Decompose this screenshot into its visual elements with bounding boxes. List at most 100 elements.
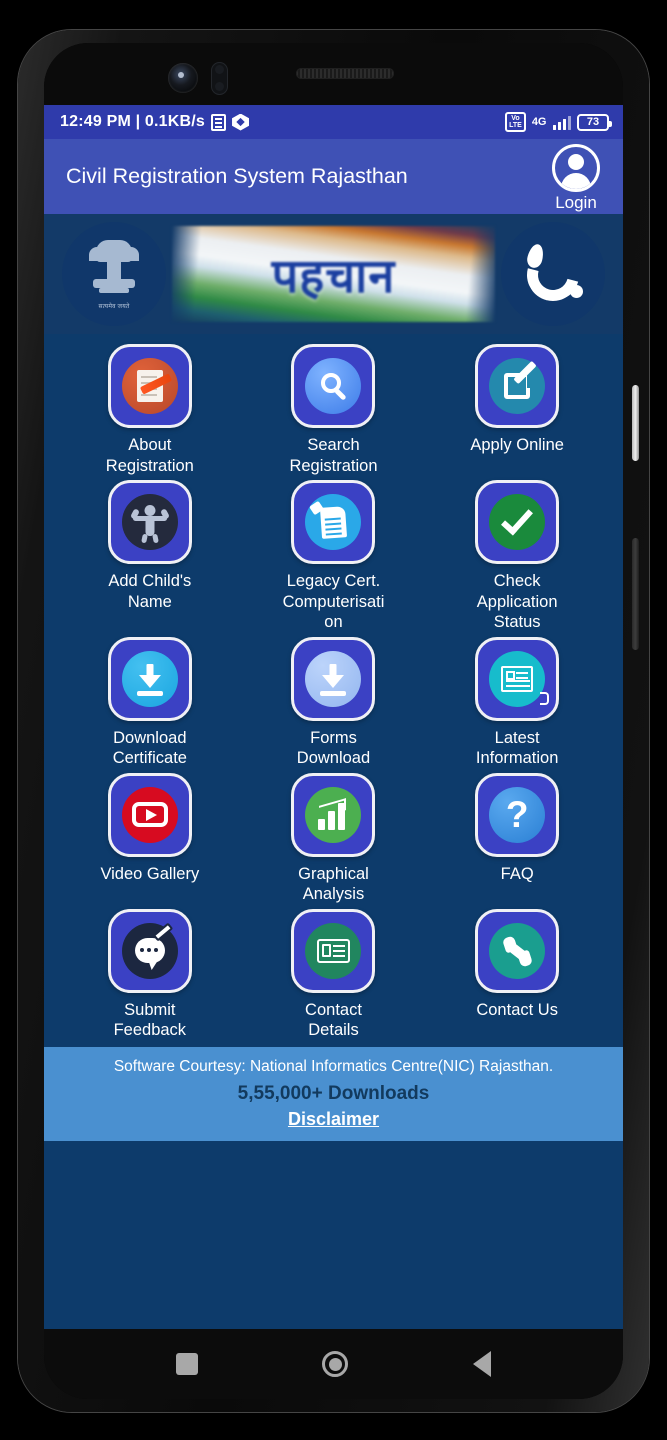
menu-item-contact-details[interactable]: Contact Details (242, 908, 426, 1041)
emblem-motto: सत्यमेव जयते (98, 304, 130, 310)
top-bezel (44, 43, 623, 105)
pehchan-flag-banner: पहचान (172, 226, 495, 322)
app-screen: 12:49 PM | 0.1KB/s Vo LTE 4G 73 Civil Re… (44, 105, 623, 1329)
pehchan-label: पहचान (271, 249, 396, 304)
phone-frame: 12:49 PM | 0.1KB/s Vo LTE 4G 73 Civil Re… (18, 30, 649, 1412)
menu-item-label: Apply Online (470, 436, 564, 454)
footer: Software Courtesy: National Informatics … (44, 1046, 623, 1141)
menu-item-apply-online[interactable]: Apply Online (425, 344, 609, 476)
recents-icon[interactable] (176, 1353, 199, 1375)
avatar-icon (552, 144, 600, 192)
status-bar-right: Vo LTE 4G 73 (505, 112, 612, 132)
page-title: Civil Registration System Rajasthan (66, 164, 408, 188)
menu-item-label: Contact Details (305, 1000, 362, 1040)
ashoka-pillar-art (87, 238, 141, 300)
menu-item-label: Contact Us (476, 1000, 558, 1019)
newspaper-icon (489, 650, 550, 707)
menu-item-label: Legacy Cert. Computerisation (282, 572, 385, 631)
menu-item-check-application-status[interactable]: Check Application Status (425, 480, 609, 633)
earpiece-speaker (296, 68, 394, 79)
menu-item-submit-feedback[interactable]: Submit Feedback (58, 908, 242, 1041)
certificate-icon (305, 494, 362, 550)
android-navigation-bar (44, 1329, 623, 1399)
download-icon (121, 650, 178, 707)
menu-item-legacy-cert-computerisation[interactable]: Legacy Cert. Computerisation (242, 480, 426, 633)
status-bar: 12:49 PM | 0.1KB/s Vo LTE 4G 73 (44, 105, 623, 139)
question-mark-icon: ? (489, 786, 546, 843)
menu-item-add-childs-name[interactable]: Add Child's Name (58, 480, 242, 633)
menu-item-latest-information[interactable]: Latest Information (425, 636, 609, 769)
menu-item-label: Download Certificate (112, 728, 187, 768)
magnifier-icon (305, 358, 362, 414)
id-card-icon (305, 922, 362, 979)
sync-icon (232, 113, 250, 131)
menu-item-forms-download[interactable]: Forms Download (242, 636, 426, 769)
menu-item-label: Latest Information (475, 728, 559, 768)
tile-box (291, 908, 376, 993)
tile-box (475, 908, 560, 993)
menu-item-search-registration[interactable]: Search Registration (242, 344, 426, 476)
app-bar: Civil Registration System Rajasthan Logi… (44, 139, 623, 214)
login-label: Login (555, 193, 597, 212)
proximity-sensor-icon (211, 62, 228, 95)
menu-item-label: FAQ (500, 864, 534, 883)
child-icon (121, 494, 178, 550)
tile-box: ? (475, 772, 560, 857)
volume-button[interactable] (632, 538, 639, 650)
national-emblem-icon: सत्यमेव जयते (62, 222, 166, 326)
footer-downloads: 5,55,000+ Downloads (237, 1082, 430, 1104)
front-camera-icon (168, 63, 198, 93)
home-icon[interactable] (322, 1351, 349, 1377)
tile-box (107, 908, 192, 993)
tile-box (107, 772, 192, 857)
network-type-label: 4G (531, 115, 547, 128)
swirl-logo-icon (501, 222, 605, 326)
menu-item-download-certificate[interactable]: Download Certificate (58, 636, 242, 769)
disclaimer-link[interactable]: Disclaimer (54, 1109, 613, 1130)
menu-item-label: About Registration (105, 436, 194, 475)
tile-box (107, 344, 192, 428)
menu-item-label: Submit Feedback (113, 1000, 187, 1040)
login-button[interactable]: Login (539, 144, 613, 213)
battery-level: 73 (586, 116, 600, 128)
document-pen-icon (121, 358, 178, 414)
status-bar-left: 12:49 PM | 0.1KB/s (60, 113, 250, 131)
menu-item-label: Video Gallery (100, 864, 200, 883)
menu-item-label: Graphical Analysis (298, 864, 369, 904)
menu-item-graphical-analysis[interactable]: Graphical Analysis (242, 772, 426, 905)
menu-item-label: Check Application Status (476, 572, 558, 631)
edit-square-icon (489, 358, 546, 414)
bar-chart-icon (305, 786, 362, 843)
menu-item-about-registration[interactable]: About Registration (58, 344, 242, 476)
menu-item-label: Add Child's Name (108, 572, 192, 611)
network-indicator: 4G (531, 115, 547, 128)
tile-box (107, 480, 192, 564)
menu-item-faq[interactable]: ? FAQ (425, 772, 609, 905)
volte-icon: Vo LTE (505, 112, 526, 132)
tile-box (291, 636, 376, 721)
menu-grid: About Registration Search Registration A… (44, 334, 623, 1047)
menu-item-label: Search Registration (289, 436, 378, 475)
volte-bottom: LTE (509, 122, 522, 129)
checkmark-icon (489, 494, 546, 550)
status-time-speed: 12:49 PM | 0.1KB/s (60, 113, 206, 130)
phone-icon (489, 922, 546, 979)
footer-courtesy: Software Courtesy: National Informatics … (113, 1057, 554, 1075)
document-icon (211, 113, 227, 131)
battery-icon: 73 (577, 113, 612, 131)
youtube-play-icon (121, 786, 178, 843)
menu-item-contact-us[interactable]: Contact Us (425, 908, 609, 1041)
tile-box (291, 480, 376, 564)
tile-box (107, 636, 192, 721)
menu-item-video-gallery[interactable]: Video Gallery (58, 772, 242, 905)
menu-item-label: Forms Download (296, 728, 371, 768)
tile-box (475, 344, 560, 428)
tile-box (475, 636, 560, 721)
signal-bars-icon (552, 114, 571, 130)
volte-top: Vo (511, 115, 520, 122)
tile-box (475, 480, 560, 564)
phone-screen-area: 12:49 PM | 0.1KB/s Vo LTE 4G 73 Civil Re… (44, 43, 623, 1399)
back-icon[interactable] (472, 1351, 491, 1377)
tile-box (291, 344, 376, 428)
power-button[interactable] (632, 385, 639, 461)
